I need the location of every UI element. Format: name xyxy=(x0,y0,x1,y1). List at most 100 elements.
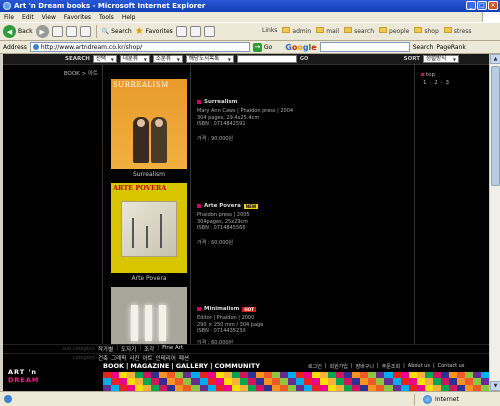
search-button[interactable]: 🔍 Search xyxy=(102,28,132,35)
sub-category-link[interactable]: 조각 xyxy=(144,345,154,353)
scroll-up-icon[interactable]: ▲ xyxy=(490,54,500,64)
chevron-down-icon: ▼ xyxy=(143,56,147,62)
site-search-input[interactable] xyxy=(236,55,297,63)
cart-link[interactable]: 장바구니 xyxy=(356,363,374,370)
about-link[interactable]: About us xyxy=(408,363,430,370)
sub-category-items: 작가별 | 도자기 | 조각 | Fine Art xyxy=(98,345,183,353)
stop-icon[interactable] xyxy=(51,26,63,37)
nav-book[interactable]: BOOK xyxy=(103,362,124,370)
meta-line: ISBN : 071443523X xyxy=(197,328,246,334)
google-search-input[interactable] xyxy=(319,42,410,52)
separator: | xyxy=(350,363,353,369)
link-mail[interactable]: mail xyxy=(316,26,339,35)
minimize-button[interactable]: _ xyxy=(466,1,476,10)
join-link[interactable]: 회원가입 xyxy=(330,363,348,370)
scroll-thumb[interactable] xyxy=(491,66,500,186)
link-shop[interactable]: shop xyxy=(414,26,439,35)
google-logo: Google xyxy=(285,42,317,52)
address-input[interactable]: http://www.artndream.co.kr/shop/ xyxy=(29,42,250,52)
sub-category-link[interactable]: 작가별 xyxy=(98,345,113,353)
select-value: 선택 xyxy=(95,55,106,62)
site-search-go-button[interactable]: GO xyxy=(300,56,308,62)
link-people[interactable]: people xyxy=(379,26,409,35)
nav-separator: | xyxy=(210,362,213,370)
logo-line: ART 'n xyxy=(8,368,39,376)
book-cover-minimalism[interactable] xyxy=(111,287,187,345)
left-column: BOOK > 아트 xyxy=(3,65,103,345)
page-2-link[interactable]: 2 xyxy=(434,80,438,86)
history-icon[interactable] xyxy=(175,26,187,37)
book-title-row[interactable]: Surrealism xyxy=(197,99,238,105)
site-logo[interactable]: ART 'n DREAM xyxy=(8,368,39,384)
folder-icon xyxy=(344,26,353,33)
sort-select[interactable]: 정렬방식 ▼ xyxy=(423,55,459,63)
go-button[interactable]: → Go xyxy=(252,42,272,52)
forward-icon[interactable]: ▶ xyxy=(35,25,49,38)
nav-separator: | xyxy=(126,362,129,370)
contact-link[interactable]: Contact us xyxy=(438,363,465,370)
book-title[interactable]: Minimalism xyxy=(204,306,239,312)
menu-view[interactable]: View xyxy=(42,14,56,21)
page-3-link[interactable]: 3 xyxy=(446,80,450,86)
google-search-button[interactable]: Search xyxy=(413,44,434,51)
nav-separator: | xyxy=(171,362,174,370)
window-controls: _ □ × xyxy=(466,1,498,10)
vertical-scrollbar[interactable]: ▲ ▼ xyxy=(489,54,500,391)
meta-line: Mary Ann Caws | Phaidon press | 2004 xyxy=(197,108,294,114)
nav-community[interactable]: COMMUNITY xyxy=(215,362,261,370)
cover-title[interactable]: Surrealism xyxy=(111,171,187,178)
nav-magazine[interactable]: MAGAZINE xyxy=(130,362,169,370)
link-search[interactable]: search xyxy=(344,26,374,35)
menu-help[interactable]: Help xyxy=(122,14,136,21)
cover-photo xyxy=(121,201,177,257)
select-major-category[interactable]: 대분류 ▼ xyxy=(119,55,150,63)
chevron-down-icon: ▼ xyxy=(110,56,114,62)
separator: | xyxy=(157,345,160,351)
menu-file[interactable]: File xyxy=(4,14,14,21)
close-button[interactable]: × xyxy=(488,1,498,10)
sub-category-link[interactable]: Fine Art xyxy=(162,345,183,353)
right-column: top 1 · 2 · 3 xyxy=(415,65,489,345)
menu-edit[interactable]: Edit xyxy=(22,14,34,21)
back-button[interactable]: ◀ Back xyxy=(3,25,33,38)
book-title-row[interactable]: Minimalism HOT xyxy=(197,306,256,312)
menu-favorites[interactable]: Favorites xyxy=(64,14,91,21)
book-title-row[interactable]: Arte Povera NEW xyxy=(197,203,259,209)
book-title[interactable]: Arte Povera xyxy=(204,203,241,209)
chevron-down-icon: ▼ xyxy=(227,56,231,62)
link-admin[interactable]: admin xyxy=(282,26,311,35)
book-title[interactable]: Surrealism xyxy=(204,99,238,105)
page-1-link[interactable]: 1 xyxy=(423,80,427,86)
mail-icon[interactable] xyxy=(189,26,201,37)
book-cover-arte-povera[interactable]: ARTE POVERA xyxy=(111,183,187,273)
order-link[interactable]: 주문조회 xyxy=(382,363,400,370)
login-link[interactable]: 로그인 xyxy=(308,363,322,370)
favorites-button[interactable]: ★ Favorites xyxy=(135,26,173,37)
book-cover-surrealism[interactable]: SURREALISM xyxy=(111,79,187,169)
pagination-separator: · xyxy=(440,80,443,86)
home-icon[interactable] xyxy=(79,26,91,37)
top-link[interactable]: top xyxy=(421,72,435,78)
menu-tools[interactable]: Tools xyxy=(99,14,114,21)
cover-title[interactable]: Arte Povera xyxy=(111,275,187,282)
chevron-down-icon: ▼ xyxy=(452,56,456,62)
sub-category-link[interactable]: 도자기 xyxy=(121,345,136,353)
search-label: Search xyxy=(111,28,132,35)
separator: | xyxy=(432,363,435,369)
folder-icon xyxy=(282,26,291,33)
print-icon[interactable] xyxy=(203,26,215,37)
logo-text: ART 'n xyxy=(8,368,38,376)
select-choice[interactable]: 선택 ▼ xyxy=(92,55,117,63)
select-minor-category[interactable]: 소분류 ▼ xyxy=(152,55,183,63)
ie-icon xyxy=(4,395,12,403)
hot-badge: HOT xyxy=(242,306,256,312)
maximize-button[interactable]: □ xyxy=(477,1,487,10)
scroll-down-icon[interactable]: ▼ xyxy=(490,381,500,391)
link-stress[interactable]: stress xyxy=(443,26,472,35)
status-bar: Internet xyxy=(0,391,500,406)
nav-gallery[interactable]: GALLERY xyxy=(176,362,208,370)
refresh-icon[interactable] xyxy=(65,26,77,37)
color-mosaic-banner xyxy=(103,372,489,391)
select-book-list[interactable]: 해당도서목록 ▼ xyxy=(185,55,234,63)
folder-icon xyxy=(316,26,325,33)
